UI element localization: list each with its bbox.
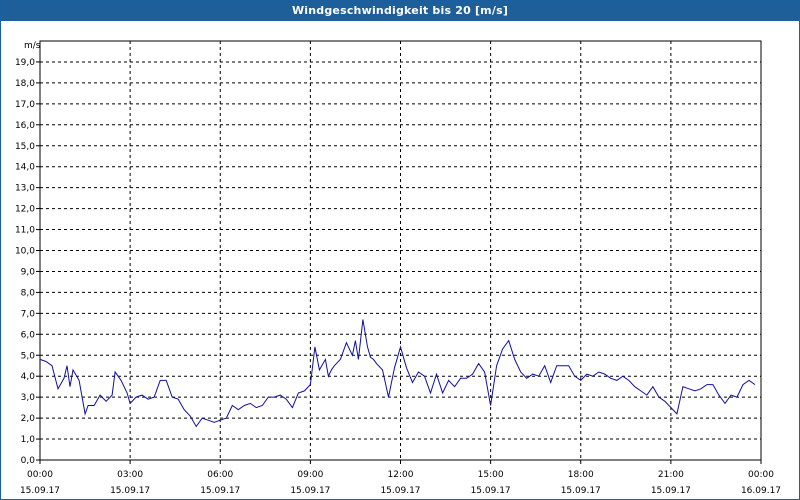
y-tick-label: 0,0 bbox=[21, 456, 36, 466]
y-tick-label: 8,0 bbox=[21, 288, 36, 298]
x-tick-date-label: 15.09.17 bbox=[561, 486, 601, 496]
y-tick-label: 4,0 bbox=[21, 372, 36, 382]
x-tick-time-label: 00:00 bbox=[27, 470, 53, 480]
window-title: Windgeschwindigkeit bis 20 [m/s] bbox=[291, 4, 509, 17]
chart-window: Windgeschwindigkeit bis 20 [m/s] 0,0 1,0 2… bbox=[0, 0, 800, 500]
y-tick-label: 2,0 bbox=[21, 414, 36, 424]
x-tick-time-label: 06:00 bbox=[207, 470, 233, 480]
x-tick-time-label: 18:00 bbox=[568, 470, 594, 480]
y-tick-label: 16,0 bbox=[15, 121, 35, 131]
y-tick-label: 19,0 bbox=[15, 58, 35, 68]
x-tick-date-label: 15.09.17 bbox=[380, 486, 420, 496]
y-tick-label: 14,0 bbox=[15, 163, 35, 173]
x-tick-date-label: 15.09.17 bbox=[651, 486, 691, 496]
y-tick-label: 9,0 bbox=[21, 267, 36, 277]
y-tick-label: 18,0 bbox=[15, 79, 35, 89]
y-tick-label: 15,0 bbox=[15, 142, 35, 152]
x-tick-time-label: 09:00 bbox=[297, 470, 323, 480]
y-tick-label: 3,0 bbox=[21, 393, 36, 403]
y-tick-label: 5,0 bbox=[21, 351, 36, 361]
y-tick-label: 10,0 bbox=[15, 247, 35, 257]
x-tick-date-label: 15.09.17 bbox=[20, 486, 60, 496]
y-tick-label: 6,0 bbox=[21, 330, 36, 340]
y-tick-label: 13,0 bbox=[15, 184, 35, 194]
x-axis-ticks: 00:00 15.09.17 03:00 15.09.17 06:00 15.09.17 0… bbox=[20, 460, 781, 496]
title-bar: Windgeschwindigkeit bis 20 [m/s] bbox=[1, 1, 799, 21]
y-axis-unit-label: m/s bbox=[24, 41, 41, 51]
y-tick-label: 12,0 bbox=[15, 205, 35, 215]
grid-lines bbox=[40, 41, 761, 460]
x-tick-date-label: 15.09.17 bbox=[110, 486, 150, 496]
x-tick-date-label: 15.09.17 bbox=[290, 486, 330, 496]
y-tick-label: 17,0 bbox=[15, 100, 35, 110]
x-tick-time-label: 03:00 bbox=[117, 470, 143, 480]
x-tick-date-label: 16.09.17 bbox=[741, 486, 781, 496]
x-tick-date-label: 15.09.17 bbox=[200, 486, 240, 496]
y-axis-ticks: 0,0 1,0 2,0 3,0 4,0 5,0 6,0 7,0 8,0 9,0 10,0 11,0 12… bbox=[15, 58, 40, 466]
line-chart: 0,0 1,0 2,0 3,0 4,0 5,0 6,0 7,0 8,0 9,0 10,0 11,0 12… bbox=[15, 40, 781, 496]
x-tick-time-label: 21:00 bbox=[658, 470, 684, 480]
y-tick-label: 11,0 bbox=[15, 226, 35, 236]
x-tick-time-label: 15:00 bbox=[478, 470, 504, 480]
x-tick-time-label: 00:00 bbox=[748, 470, 774, 480]
y-tick-label: 7,0 bbox=[21, 309, 36, 319]
x-tick-date-label: 15.09.17 bbox=[471, 486, 511, 496]
x-tick-time-label: 12:00 bbox=[388, 470, 414, 480]
y-tick-label: 1,0 bbox=[21, 435, 36, 445]
